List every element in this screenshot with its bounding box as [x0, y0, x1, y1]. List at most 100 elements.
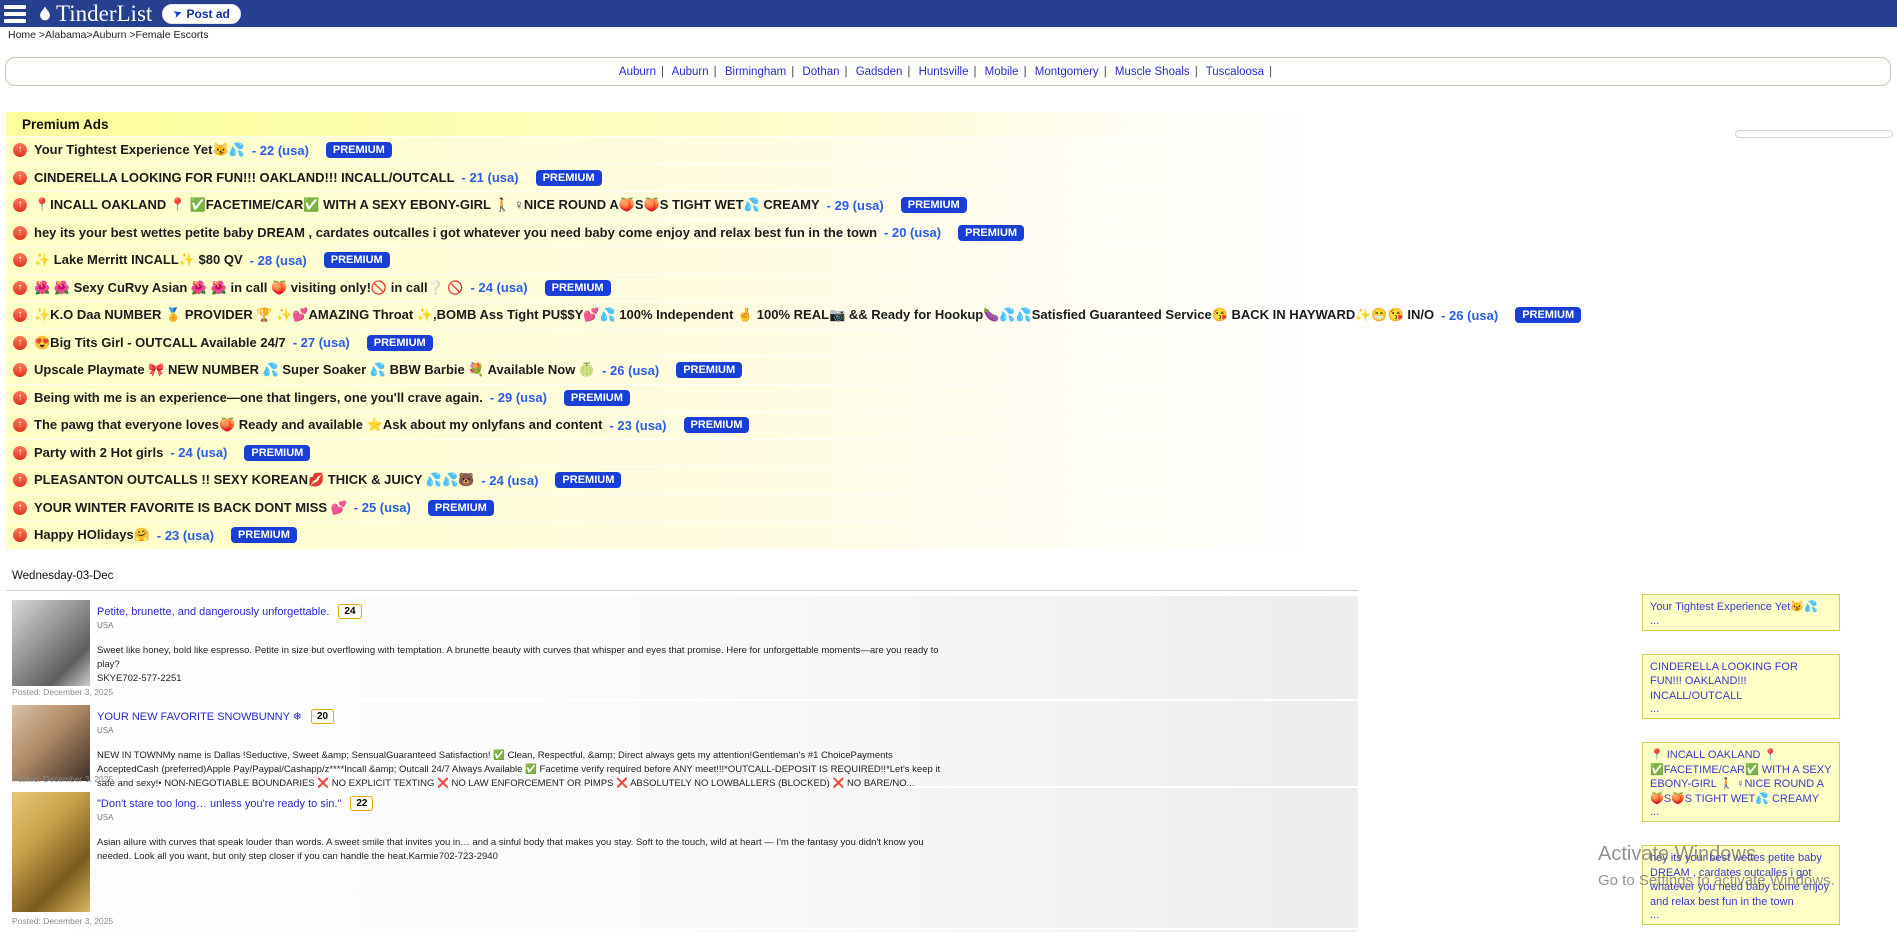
listing-title-link[interactable]: "Don't stare too long… unless you're rea…: [97, 798, 341, 810]
premium-listing-title[interactable]: YOUR WINTER FAVORITE IS BACK DONT MISS 💕: [34, 500, 347, 516]
bump-up-icon: ↑: [13, 418, 27, 432]
premium-badge: PREMIUM: [958, 225, 1024, 241]
listing-posted-date: Posted: December 3, 2025: [12, 687, 113, 697]
scrollbar-track[interactable]: [1735, 130, 1893, 138]
listing-location: USA: [97, 726, 1358, 735]
premium-badge: PREMIUM: [555, 472, 621, 488]
premium-listing-row[interactable]: ↑ Happy HOlidays🤗 - 23 (usa) PREMIUM: [6, 521, 1358, 549]
premium-badge: PREMIUM: [326, 142, 392, 158]
listing-posted-date: Posted: December 3, 2025: [12, 774, 113, 784]
sidebar-ad-box[interactable]: 📍 INCALL OAKLAND 📍 ✅FACETIME/CAR✅ WITH A…: [1642, 742, 1840, 822]
bump-up-icon: ↑: [13, 308, 27, 322]
listing-title-link[interactable]: YOUR NEW FAVORITE SNOWBUNNY ❄: [97, 710, 302, 723]
sidebar-ad-title[interactable]: Your Tightest Experience Yet😼💦: [1650, 600, 1832, 615]
premium-listing-age: - 20 (usa): [884, 225, 941, 240]
city-separator: |: [709, 66, 722, 78]
premium-listing-row[interactable]: ↑ Upscale Playmate 🎀 NEW NUMBER 💦 Super …: [6, 356, 1358, 384]
premium-listing-title[interactable]: Party with 2 Hot girls: [34, 445, 163, 460]
premium-listing-title[interactable]: Happy HOlidays🤗: [34, 527, 150, 543]
date-header: Wednesday-03-Dec: [6, 570, 1358, 591]
listing-photo[interactable]: [12, 705, 90, 781]
city-link[interactable]: Birmingham|: [725, 66, 799, 78]
city-link[interactable]: Muscle Shoals|: [1115, 66, 1203, 78]
sidebar-ad-title[interactable]: hey its your best wettes petite baby DRE…: [1650, 851, 1832, 909]
premium-listing-title[interactable]: 🌺 🌺 Sexy CuRvy Asian 🌺 🌺 in call 🍑 visit…: [34, 280, 464, 296]
premium-listing-title[interactable]: The pawg that everyone loves🍑 Ready and …: [34, 417, 602, 433]
premium-listing-title[interactable]: ✨ Lake Merritt INCALL✨ $80 QV: [34, 252, 243, 268]
premium-listing-title[interactable]: hey its your best wettes petite baby DRE…: [34, 225, 877, 240]
sidebar-ad-box[interactable]: Your Tightest Experience Yet😼💦 ...: [1642, 594, 1840, 631]
premium-listing-row[interactable]: ↑ ✨ Lake Merritt INCALL✨ $80 QV - 28 (us…: [6, 246, 1358, 274]
premium-badge: PREMIUM: [545, 280, 611, 296]
listing-location: USA: [97, 621, 1358, 630]
premium-ads-heading: Premium Ads: [6, 112, 1358, 136]
premium-listing-age: - 25 (usa): [354, 500, 411, 515]
brand-logo[interactable]: TinderList: [36, 2, 152, 25]
hamburger-menu-icon[interactable]: [4, 5, 26, 23]
premium-listing-row[interactable]: ↑ 📍INCALL OAKLAND 📍 ✅FACETIME/CAR✅ WITH …: [6, 191, 1358, 219]
premium-listing-row[interactable]: ↑ CINDERELLA LOOKING FOR FUN!!! OAKLAND!…: [6, 164, 1358, 192]
sidebar-ad-box[interactable]: hey its your best wettes petite baby DRE…: [1642, 845, 1840, 925]
city-nav: Auburn| Auburn| Birmingham| Dothan| Gads…: [619, 66, 1277, 78]
city-link[interactable]: Tuscaloosa|: [1206, 66, 1277, 78]
city-link[interactable]: Auburn|: [619, 66, 669, 78]
sidebar-ad-title[interactable]: 📍 INCALL OAKLAND 📍 ✅FACETIME/CAR✅ WITH A…: [1650, 748, 1832, 806]
premium-listing-title[interactable]: CINDERELLA LOOKING FOR FUN!!! OAKLAND!!!…: [34, 170, 455, 185]
premium-listing-row[interactable]: ↑ Party with 2 Hot girls - 24 (usa) PREM…: [6, 439, 1358, 467]
sidebar-ad-more: ...: [1650, 615, 1832, 627]
premium-listing-age: - 21 (usa): [462, 170, 519, 185]
age-badge: 24: [338, 604, 361, 619]
paper-plane-icon: ➤: [171, 6, 184, 21]
listing-location: USA: [97, 813, 1358, 822]
flame-icon: [36, 5, 54, 23]
listing-photo[interactable]: [12, 600, 90, 686]
listing-photo[interactable]: [12, 792, 90, 912]
bump-up-icon: ↑: [13, 253, 27, 267]
premium-listing-title[interactable]: Being with me is an experience—one that …: [34, 390, 483, 405]
premium-listing-title[interactable]: PLEASANTON OUTCALLS !! SEXY KOREAN💋 THIC…: [34, 472, 474, 488]
premium-listing-row[interactable]: ↑ PLEASANTON OUTCALLS !! SEXY KOREAN💋 TH…: [6, 466, 1358, 494]
premium-listing-title[interactable]: Upscale Playmate 🎀 NEW NUMBER 💦 Super So…: [34, 362, 595, 378]
premium-badge: PREMIUM: [564, 390, 630, 406]
premium-listing-row[interactable]: ↑ Your Tightest Experience Yet😼💦 - 22 (u…: [6, 136, 1358, 164]
premium-listing-row[interactable]: ↑ ✨K.O Daa NUMBER 🏅 PROVIDER 🏆 ✨💕AMAZING…: [6, 301, 1358, 329]
premium-listing-row[interactable]: ↑ hey its your best wettes petite baby D…: [6, 219, 1358, 247]
premium-badge: PREMIUM: [901, 197, 967, 213]
breadcrumb[interactable]: Home >Alabama>Auburn >Female Escorts: [8, 29, 208, 41]
premium-listing-title[interactable]: Your Tightest Experience Yet😼💦: [34, 142, 245, 158]
premium-listing-row[interactable]: ↑ YOUR WINTER FAVORITE IS BACK DONT MISS…: [6, 494, 1358, 522]
city-link[interactable]: Gadsden|: [856, 66, 916, 78]
sidebar-ad-box[interactable]: CINDERELLA LOOKING FOR FUN!!! OAKLAND!!!…: [1642, 654, 1840, 720]
premium-listing-row[interactable]: ↑ Being with me is an experience—one tha…: [6, 384, 1358, 412]
city-link[interactable]: Huntsville|: [919, 66, 982, 78]
city-separator: |: [786, 66, 799, 78]
premium-badge: PREMIUM: [244, 445, 310, 461]
premium-badge: PREMIUM: [231, 527, 297, 543]
premium-listing-row[interactable]: ↑ The pawg that everyone loves🍑 Ready an…: [6, 411, 1358, 439]
listing-title-link[interactable]: Petite, brunette, and dangerously unforg…: [97, 606, 329, 618]
premium-listing-title[interactable]: 📍INCALL OAKLAND 📍 ✅FACETIME/CAR✅ WITH A …: [34, 197, 820, 213]
premium-listing-age: - 23 (usa): [157, 528, 214, 543]
city-link[interactable]: Auburn|: [672, 66, 722, 78]
premium-listing-title[interactable]: 😍Big Tits Girl - OUTCALL Available 24/7: [34, 335, 286, 351]
premium-listing-row[interactable]: ↑ 🌺 🌺 Sexy CuRvy Asian 🌺 🌺 in call 🍑 vis…: [6, 274, 1358, 302]
listing-description: NEW IN TOWNMy name is Dallas !Seductive,…: [97, 749, 942, 790]
premium-ads-section: Premium Ads ↑ Your Tightest Experience Y…: [6, 112, 1358, 549]
premium-badge: PREMIUM: [324, 252, 390, 268]
sidebar-ad-more: ...: [1650, 806, 1832, 818]
premium-listing-age: - 24 (usa): [471, 280, 528, 295]
premium-listing-age: - 23 (usa): [609, 418, 666, 433]
city-link[interactable]: Dothan|: [802, 66, 852, 78]
premium-listing-age: - 29 (usa): [827, 198, 884, 213]
city-link[interactable]: Montgomery|: [1035, 66, 1112, 78]
premium-badge: PREMIUM: [676, 362, 742, 378]
post-ad-label: Post ad: [187, 7, 230, 21]
premium-listing-row[interactable]: ↑ 😍Big Tits Girl - OUTCALL Available 24/…: [6, 329, 1358, 357]
city-link[interactable]: Mobile|: [985, 66, 1032, 78]
bump-up-icon: ↑: [13, 143, 27, 157]
post-ad-button[interactable]: ➤ Post ad: [162, 4, 241, 24]
listing-card: "Don't stare too long… unless you're rea…: [6, 788, 1358, 928]
sidebar-ad-title[interactable]: CINDERELLA LOOKING FOR FUN!!! OAKLAND!!!…: [1650, 660, 1832, 704]
premium-listing-title[interactable]: ✨K.O Daa NUMBER 🏅 PROVIDER 🏆 ✨💕AMAZING T…: [34, 307, 1434, 323]
city-separator: |: [968, 66, 981, 78]
